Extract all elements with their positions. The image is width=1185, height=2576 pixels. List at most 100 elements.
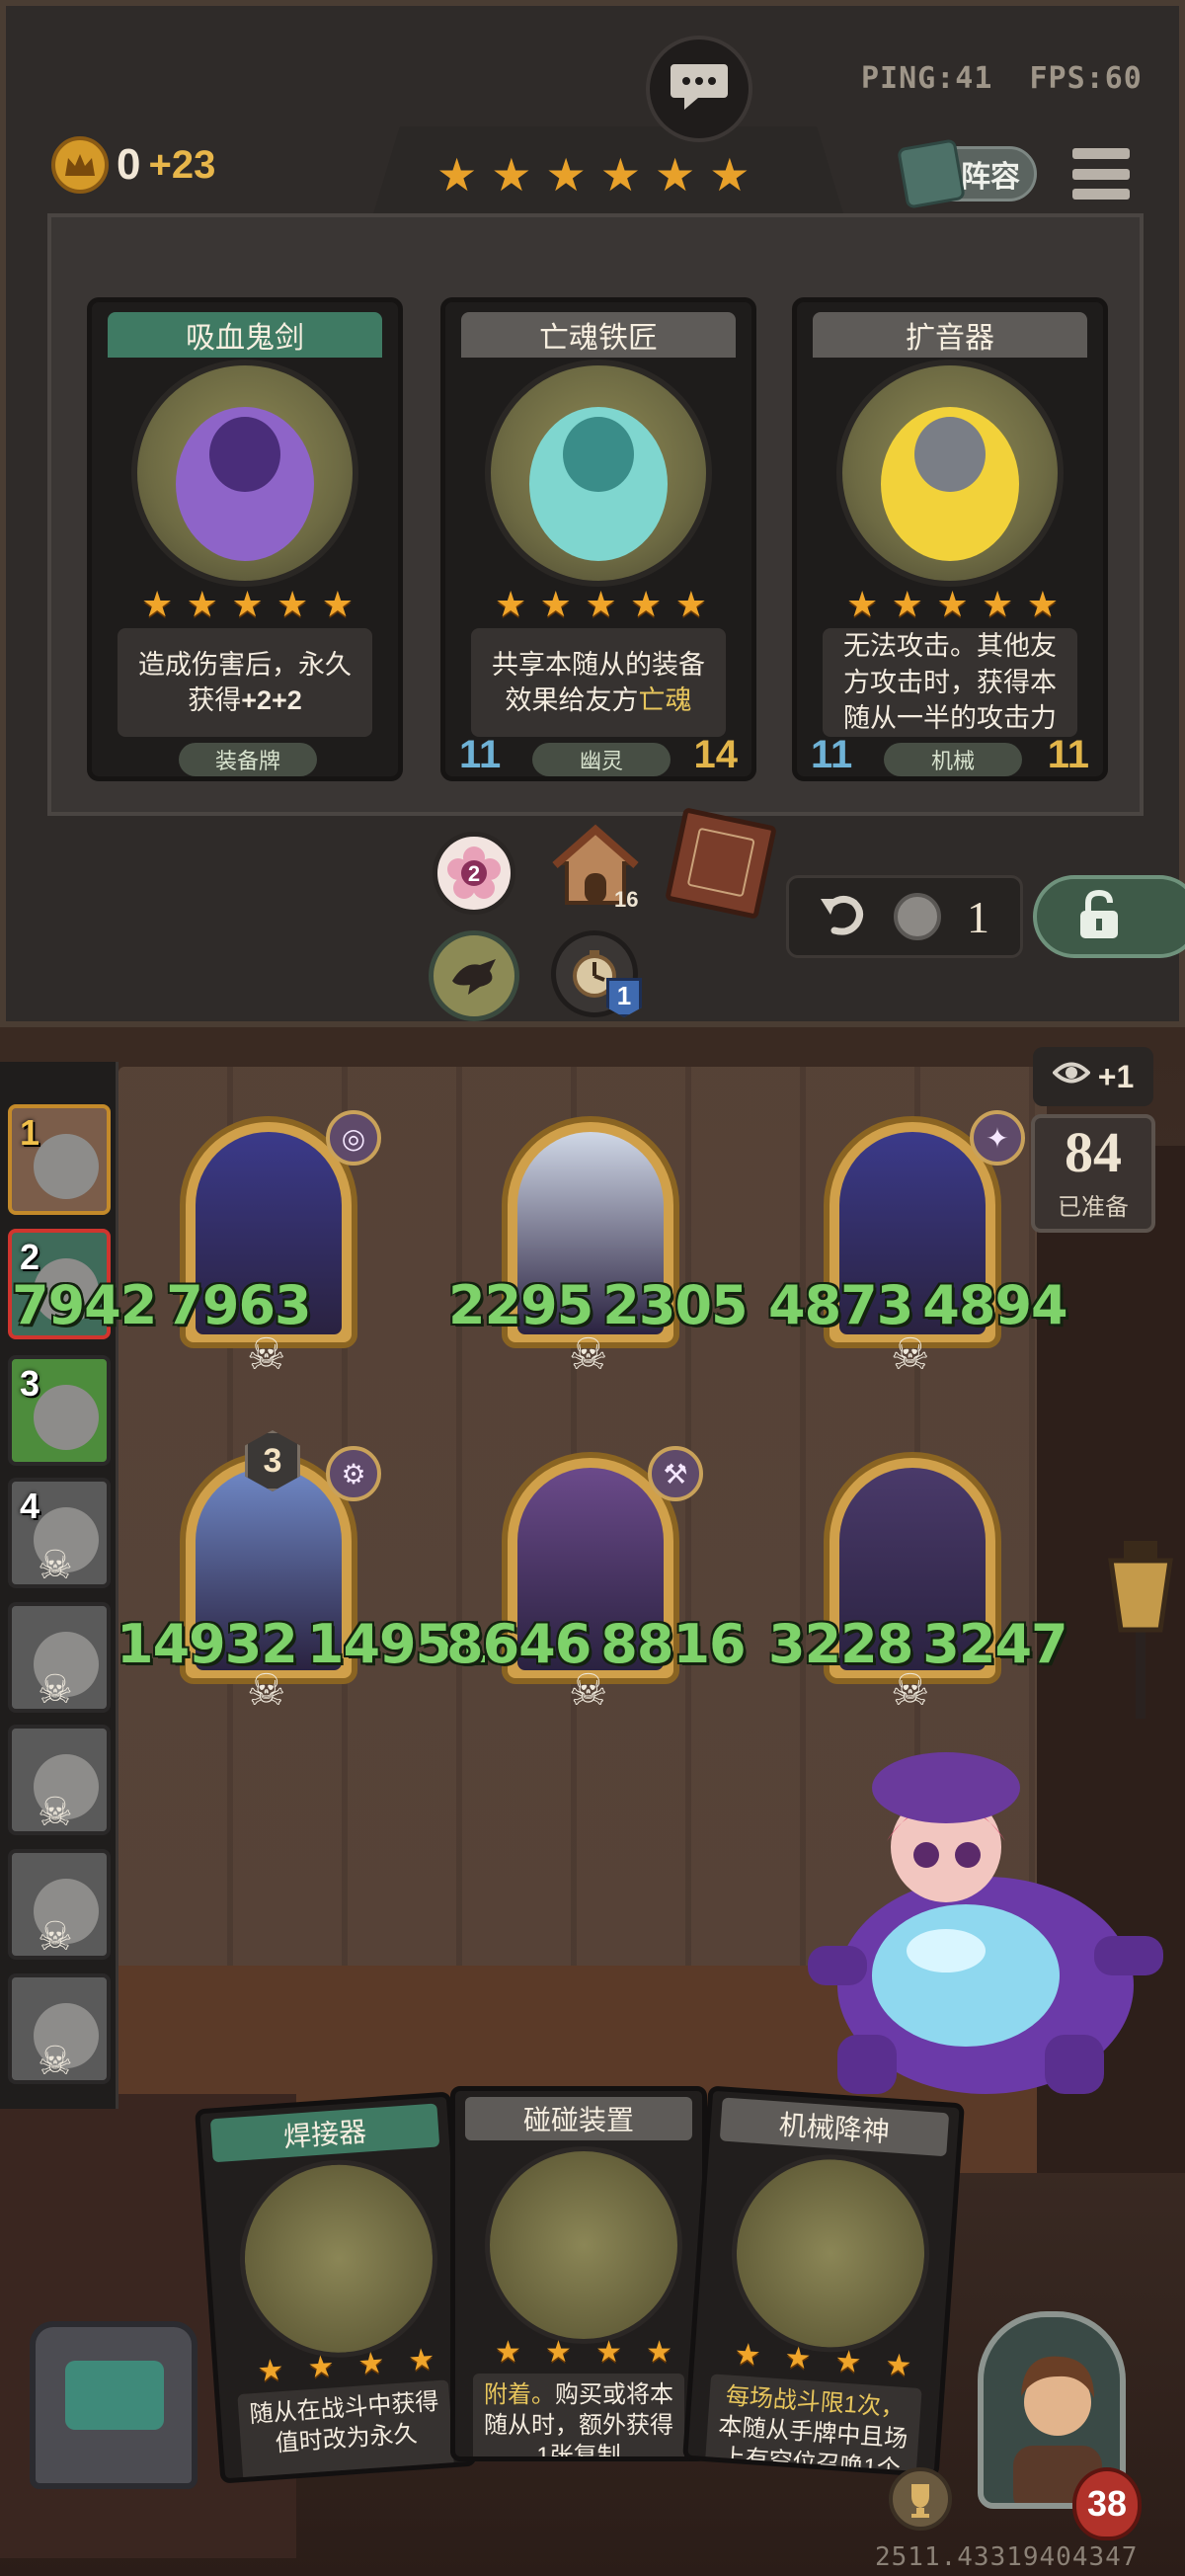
street-lamp	[1096, 1521, 1185, 1719]
shop-card-tribe: 幽灵	[532, 743, 671, 776]
opponent-slot[interactable]: ☠	[8, 1602, 111, 1713]
shop-card[interactable]: 吸血鬼剑 ★ ★ ★ ★ ★ 造成伤害后，永久获得+2+2 装备牌	[87, 297, 403, 781]
hand-card-description: 随从在战斗中获得值时改为永久	[237, 2379, 455, 2483]
hand-card-stars: ★ ★ ★ ★	[256, 2343, 436, 2388]
refresh-cost: 1	[967, 891, 989, 942]
house-count: 16	[614, 887, 639, 912]
shop-card-attack: 11	[811, 733, 853, 776]
lineup-button[interactable]: 阵容	[897, 138, 1037, 209]
opponent-rank: 4	[20, 1486, 40, 1526]
ready-count: 84	[1065, 1120, 1122, 1184]
shop-card-desc-keyword: 亡魂	[638, 685, 692, 715]
star-icon: ★	[495, 584, 527, 624]
refresh-bar: 1	[786, 875, 1023, 958]
skull-icon: ☠	[38, 1544, 73, 1587]
star-icon: ★	[539, 584, 572, 624]
minion-health: 4894	[922, 1274, 1067, 1336]
rulebook-icon[interactable]	[665, 807, 777, 920]
hero-health: 38	[1072, 2467, 1142, 2540]
shop-card-desc-text: 无法攻击。其他友方攻击时，获得本随从一半的攻击力	[843, 631, 1057, 734]
tavern-tier-stars: ★ ★ ★ ★ ★ ★	[436, 152, 750, 198]
ready-counter: 84 已准备	[1031, 1114, 1155, 1233]
star-icon: ★	[846, 584, 879, 624]
tavern-star-icon: ★	[709, 149, 750, 201]
shop-card-stars: ★ ★ ★ ★ ★	[141, 587, 354, 622]
timer-count-label: 1	[616, 981, 632, 1010]
hero-health-value: 38	[1086, 2483, 1128, 2524]
star-icon: ★	[1026, 584, 1059, 624]
opponent-rank: 2	[20, 1237, 40, 1277]
shop-card[interactable]: 亡魂铁匠 ★ ★ ★ ★ ★ 共享本随从的装备效果给友方亡魂 幽灵 11 14	[440, 297, 756, 781]
hand-card-name: 碰碰装置	[465, 2097, 692, 2140]
opponent-slot[interactable]: 3	[8, 1355, 111, 1466]
minion-health: 2305	[602, 1274, 748, 1336]
skull-icon: ☠	[891, 1330, 930, 1379]
star-icon: ★	[306, 2350, 336, 2385]
hand-card-desc-keyword: 附着。	[484, 2381, 555, 2408]
opponent-rank: 1	[20, 1112, 40, 1153]
freeze-lock-button[interactable]	[1033, 875, 1185, 958]
gold-coin-icon	[51, 136, 109, 194]
tavern-star-icon: ★	[599, 149, 641, 201]
opponent-slot[interactable]: ☠	[8, 1849, 111, 1960]
hand-card-desc-text: 随从在战斗中获得值时改为永久	[248, 2388, 440, 2457]
vision-bonus[interactable]: +1	[1033, 1047, 1153, 1106]
chat-bubble-icon	[669, 60, 730, 119]
house-icon[interactable]: 16	[551, 824, 640, 913]
star-icon: ★	[545, 2336, 572, 2369]
shop-card-tribe: 机械	[884, 743, 1022, 776]
minion-stats: 14932 14951	[117, 1613, 489, 1675]
skull-icon: ☠	[38, 1668, 73, 1712]
trophy-icon[interactable]	[889, 2467, 952, 2531]
skull-icon: ☠	[38, 1791, 73, 1834]
hand-card-name: 焊接器	[209, 2103, 440, 2163]
star-icon: ★	[231, 584, 264, 624]
shop-card-description: 造成伤害后，永久获得+2+2	[118, 628, 372, 737]
opponent-slot[interactable]: ☠	[8, 1973, 111, 2084]
minion-health: 8816	[600, 1613, 746, 1675]
star-icon: ★	[595, 2336, 622, 2369]
star-icon: ★	[321, 584, 354, 624]
hand-card-portrait	[725, 2147, 936, 2360]
hand-card[interactable]: 碰碰装置 ★ ★ ★ ★ 附着。购买或将本随从时，额外获得1张复制	[450, 2086, 707, 2461]
hand-card[interactable]: 机械降神 ★ ★ ★ ★ 每场战斗限1次，本随从手牌中且场上有空位召唤1个本随从	[682, 2085, 965, 2478]
opponent-slot[interactable]: 1	[8, 1104, 111, 1215]
minion-stats: 7942 7963	[12, 1274, 312, 1336]
minion-stats: 4873 4894	[768, 1274, 1068, 1336]
opponent-slot[interactable]: 4 ☠	[8, 1478, 111, 1588]
skull-icon: ☠	[891, 1666, 930, 1715]
treasure-chest[interactable]	[30, 2321, 198, 2489]
flower-token-icon[interactable]: 2	[433, 832, 515, 915]
star-icon: ★	[833, 2345, 863, 2379]
shop-card-stars: ★ ★ ★ ★ ★	[846, 587, 1059, 622]
star-icon: ★	[585, 584, 617, 624]
star-icon: ★	[783, 2341, 813, 2376]
hand-card[interactable]: 焊接器 ★ ★ ★ ★ 随从在战斗中获得值时改为永久	[195, 2091, 477, 2484]
hand-card-description: 附着。购买或将本随从时，额外获得1张复制	[473, 2374, 684, 2456]
shop-card-description: 共享本随从的装备效果给友方亡魂	[471, 628, 726, 737]
menu-icon[interactable]	[1072, 148, 1130, 200]
minion-attack: 4873	[768, 1274, 913, 1336]
minion-keyword-icon: ⚙	[326, 1446, 381, 1501]
shop-card-stars: ★ ★ ★ ★ ★	[495, 587, 707, 622]
opponent-rank: 3	[20, 1363, 40, 1404]
lineup-book-icon	[897, 138, 966, 209]
refresh-icon[interactable]	[817, 889, 868, 945]
shop-card[interactable]: 扩音器 ★ ★ ★ ★ ★ 无法攻击。其他友方攻击时，获得本随从一半的攻击力 机械 11 11	[792, 297, 1108, 781]
star-icon: ★	[186, 584, 218, 624]
minion-stats: 2295 2305	[448, 1274, 749, 1336]
debug-coordinates: 2511.43319404347	[875, 2542, 1139, 2572]
network-stats: PING:41 FPS:60	[861, 61, 1143, 96]
robot-mascot[interactable]	[798, 1738, 1173, 2114]
skull-icon: ☠	[38, 1915, 73, 1959]
shop-card-health: 11	[1047, 733, 1089, 776]
hand-card-name: 机械降神	[719, 2097, 950, 2157]
shop-card-name: 扩音器	[813, 312, 1087, 358]
opponent-slot[interactable]: ☠	[8, 1725, 111, 1835]
star-icon: ★	[256, 2353, 285, 2388]
vision-bonus-value: +1	[1097, 1058, 1135, 1094]
skull-icon: ☠	[569, 1666, 608, 1715]
crow-hero-power-icon[interactable]	[429, 930, 519, 1021]
hand-card-description: 每场战斗限1次，本随从手牌中且场上有空位召唤1个本随从	[704, 2374, 922, 2477]
chat-button[interactable]	[646, 36, 752, 142]
